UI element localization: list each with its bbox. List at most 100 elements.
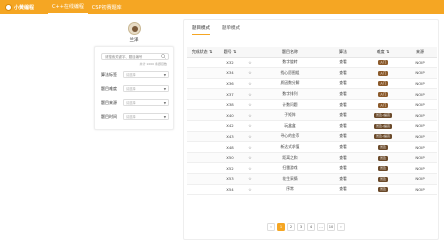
algorithm-select[interactable]: 请选择 ▼ <box>123 71 169 78</box>
header-status[interactable]: 完成状态 ⇅ <box>187 47 217 58</box>
algorithm-view-link[interactable]: 查看 <box>323 141 363 153</box>
problem-source: NOIP <box>403 173 437 185</box>
filter-algorithm: 算法标签 请选择 ▼ <box>101 71 169 78</box>
status-cell <box>187 120 217 132</box>
star-icon[interactable]: ☆ <box>243 99 257 111</box>
table-row[interactable]: X50 ☆ 距离之和 查看 普及 NOIP <box>187 152 437 164</box>
avatar[interactable] <box>128 22 141 35</box>
header-favorite <box>243 47 257 58</box>
problem-source: NOIP <box>403 67 437 79</box>
table-row[interactable]: X53 ☆ 花生采摘 查看 普及 NOIP <box>187 173 437 185</box>
tab-list-mode[interactable]: 题单模式 <box>222 25 240 35</box>
difficulty-cell: 入门 <box>363 57 403 69</box>
difficulty-select[interactable]: 请选择 ▼ <box>123 85 169 92</box>
star-icon[interactable]: ☆ <box>243 141 257 153</box>
algorithm-view-link[interactable]: 查看 <box>323 88 363 100</box>
problem-name[interactable]: 序常 <box>257 184 323 196</box>
table-row[interactable]: X54 ☆ 序常 查看 普及 NOIP <box>187 184 437 196</box>
algorithm-view-link[interactable]: 查看 <box>323 67 363 79</box>
problem-name[interactable]: 质因数分解 <box>257 78 323 90</box>
star-icon[interactable]: ☆ <box>243 88 257 100</box>
difficulty-badge: 入门 <box>377 92 388 98</box>
header-difficulty[interactable]: 难度 ⇅ <box>363 47 403 58</box>
nav-item-csp[interactable]: CSP初赛题库 <box>88 0 126 14</box>
search-placeholder: 请搜索关键字、题目编号 <box>105 55 143 59</box>
star-icon[interactable]: ☆ <box>243 162 257 175</box>
search-input[interactable]: 请搜索关键字、题目编号 <box>101 53 169 60</box>
table-row[interactable]: X38 ☆ 计数问题 查看 入门 NOIP <box>187 99 437 111</box>
star-icon[interactable]: ☆ <box>243 173 257 185</box>
problem-name[interactable]: 寻心的金币 <box>257 131 323 143</box>
table-row[interactable]: X48 ☆ 新达式求值 查看 普及 NOIP <box>187 141 437 153</box>
star-icon[interactable]: ☆ <box>243 57 257 69</box>
header-id[interactable]: 题号 ⇅ <box>217 47 243 58</box>
filter-label: 题目来源 <box>101 99 117 105</box>
table-row[interactable]: X43 ☆ 寻心的金币 查看 普及-/提高 NOIP <box>187 131 437 143</box>
algorithm-view-link[interactable]: 查看 <box>323 109 363 122</box>
problem-name[interactable]: 子矩阵 <box>257 109 323 122</box>
status-cell <box>187 67 217 79</box>
algorithm-view-link[interactable]: 查看 <box>323 57 363 69</box>
algorithm-view-link[interactable]: 查看 <box>323 78 363 90</box>
filter-panel: 请搜索关键字、题目编号 共计 1000 条题目数 算法标签 请选择 ▼ 题目难度… <box>94 46 174 130</box>
problem-source: NOIP <box>403 152 437 164</box>
star-icon[interactable]: ☆ <box>243 184 257 196</box>
tab-problem-mode[interactable]: 题目模式 <box>192 25 210 35</box>
table-row[interactable]: X40 ☆ 子矩阵 查看 普及-/提高 NOIP <box>187 109 437 122</box>
problem-name[interactable]: 找心愿图组 <box>257 67 323 79</box>
prev-page-icon[interactable]: ‹ <box>267 223 275 231</box>
next-page-icon[interactable]: › <box>337 223 345 231</box>
time-select[interactable]: 请选择 ▼ <box>123 113 169 120</box>
header-algorithm: 算法 <box>323 47 363 58</box>
problem-name[interactable]: 计数问题 <box>257 99 323 111</box>
algorithm-view-link[interactable]: 查看 <box>323 173 363 185</box>
difficulty-badge: 入门 <box>377 70 388 76</box>
page-button[interactable]: 10 <box>327 223 335 231</box>
table-row[interactable]: X34 ☆ 找心愿图组 查看 入门 NOIP <box>187 67 437 79</box>
status-cell <box>187 109 217 122</box>
difficulty-badge: 普及-/提高 <box>373 134 393 140</box>
problem-name[interactable]: 新达式求值 <box>257 141 323 153</box>
difficulty-badge: 普及 <box>377 176 388 182</box>
problem-name[interactable]: 扫雷游戏 <box>257 162 323 175</box>
page-button[interactable]: 2 <box>287 223 295 231</box>
problem-name[interactable]: 花生采摘 <box>257 173 323 185</box>
algorithm-view-link[interactable]: 查看 <box>323 184 363 196</box>
problem-id: X50 <box>217 152 243 164</box>
star-icon[interactable]: ☆ <box>243 67 257 79</box>
algorithm-view-link[interactable]: 查看 <box>323 131 363 143</box>
difficulty-cell: 入门 <box>363 99 403 111</box>
star-icon[interactable]: ☆ <box>243 109 257 122</box>
problem-name[interactable]: 数字旋转 <box>257 57 323 69</box>
table-row[interactable]: X52 ☆ 扫雷游戏 查看 普及 NOIP <box>187 162 437 175</box>
problem-name[interactable]: 数字排列 <box>257 88 323 100</box>
search-icon[interactable] <box>161 54 166 59</box>
table-row[interactable]: X36 ☆ 质因数分解 查看 入门 NOIP <box>187 78 437 90</box>
star-icon[interactable]: ☆ <box>243 120 257 132</box>
page-button[interactable]: 3 <box>297 223 305 231</box>
nav-item-cpp[interactable]: C++在线编程 <box>48 0 88 14</box>
page-button[interactable]: 1 <box>277 223 285 231</box>
table-row[interactable]: X37 ☆ 数字排列 查看 入门 NOIP <box>187 88 437 100</box>
table-row[interactable]: X32 ☆ 数字旋转 查看 入门 NOIP <box>187 57 437 69</box>
filter-label: 题目难度 <box>101 85 117 91</box>
algorithm-view-link[interactable]: 查看 <box>323 162 363 175</box>
algorithm-view-link[interactable]: 查看 <box>323 120 363 132</box>
algorithm-view-link[interactable]: 查看 <box>323 152 363 164</box>
table-row[interactable]: X42 ☆ 玩盒盒 查看 普及-/提高 NOIP <box>187 120 437 132</box>
difficulty-cell: 普及 <box>363 184 403 196</box>
problem-name[interactable]: 玩盒盒 <box>257 120 323 132</box>
brand[interactable]: 小黄编程 <box>5 3 34 11</box>
source-select[interactable]: 请选择 ▼ <box>123 99 169 106</box>
star-icon[interactable]: ☆ <box>243 152 257 164</box>
sidebar: 兰泽 请搜索关键字、题目编号 共计 1000 条题目数 算法标签 请选择 ▼ 题… <box>94 18 174 130</box>
header-source: 来源 <box>403 47 437 58</box>
problem-name[interactable]: 距离之和 <box>257 152 323 164</box>
difficulty-badge: 普及 <box>377 145 388 151</box>
search-hint: 共计 1000 条题目数 <box>139 62 167 66</box>
page-button[interactable]: 4 <box>307 223 315 231</box>
algorithm-view-link[interactable]: 查看 <box>323 99 363 111</box>
star-icon[interactable]: ☆ <box>243 131 257 143</box>
select-placeholder: 请选择 <box>126 87 136 91</box>
star-icon[interactable]: ☆ <box>243 78 257 90</box>
